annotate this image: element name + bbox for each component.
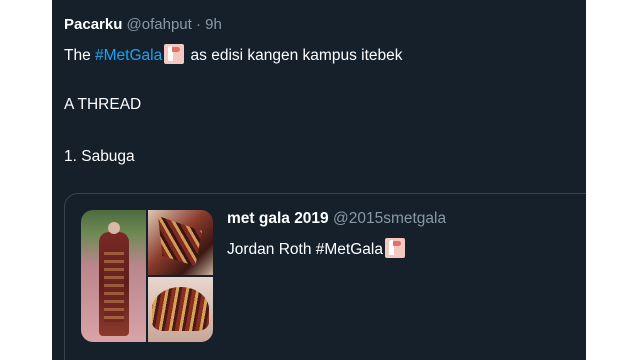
quoted-author-handle[interactable]: @2015smetgala <box>333 210 446 227</box>
quoted-tweet-header: met gala 2019 @2015smetgala <box>227 210 446 228</box>
quoted-author-name[interactable]: met gala 2019 <box>227 210 329 227</box>
tweet-text-suffix: as edisi kangen kampus itebek <box>186 47 403 64</box>
media-image-gown[interactable] <box>81 210 146 342</box>
separator-dot: · <box>196 16 201 33</box>
tweet-text-prefix: The <box>64 47 96 64</box>
gown-figure <box>99 222 129 336</box>
tweet-text-line-item: 1. Sabuga <box>64 148 135 165</box>
media-image-gown-detail[interactable] <box>148 210 213 275</box>
flamingo-hashflag-icon <box>164 44 185 64</box>
quoted-tweet-media[interactable] <box>81 210 213 342</box>
quoted-hashtag-link[interactable]: #MetGala <box>316 241 383 258</box>
hashtag-link[interactable]: #MetGala <box>95 47 162 64</box>
tweet-time[interactable]: 9h <box>205 16 222 33</box>
flamingo-hashflag-icon <box>384 238 405 258</box>
author-handle[interactable]: @ofahput <box>127 16 192 33</box>
author-name[interactable]: Pacarku <box>64 16 122 33</box>
tweet-panel: Pacarku @ofahput · 9h The #MetGala as ed… <box>52 0 586 360</box>
quoted-text-prefix: Jordan Roth <box>227 241 316 258</box>
quoted-tweet-text: Jordan Roth #MetGala <box>227 238 407 259</box>
tweet-header: Pacarku @ofahput · 9h <box>64 16 222 33</box>
tweet-text-line-1: The #MetGala as edisi kangen kampus iteb… <box>64 44 403 65</box>
tweet-text-line-thread: A THREAD <box>64 96 142 113</box>
media-image-gown-back[interactable] <box>148 277 213 342</box>
quoted-tweet-card[interactable]: met gala 2019 @2015smetgala Jordan Roth … <box>64 193 586 360</box>
